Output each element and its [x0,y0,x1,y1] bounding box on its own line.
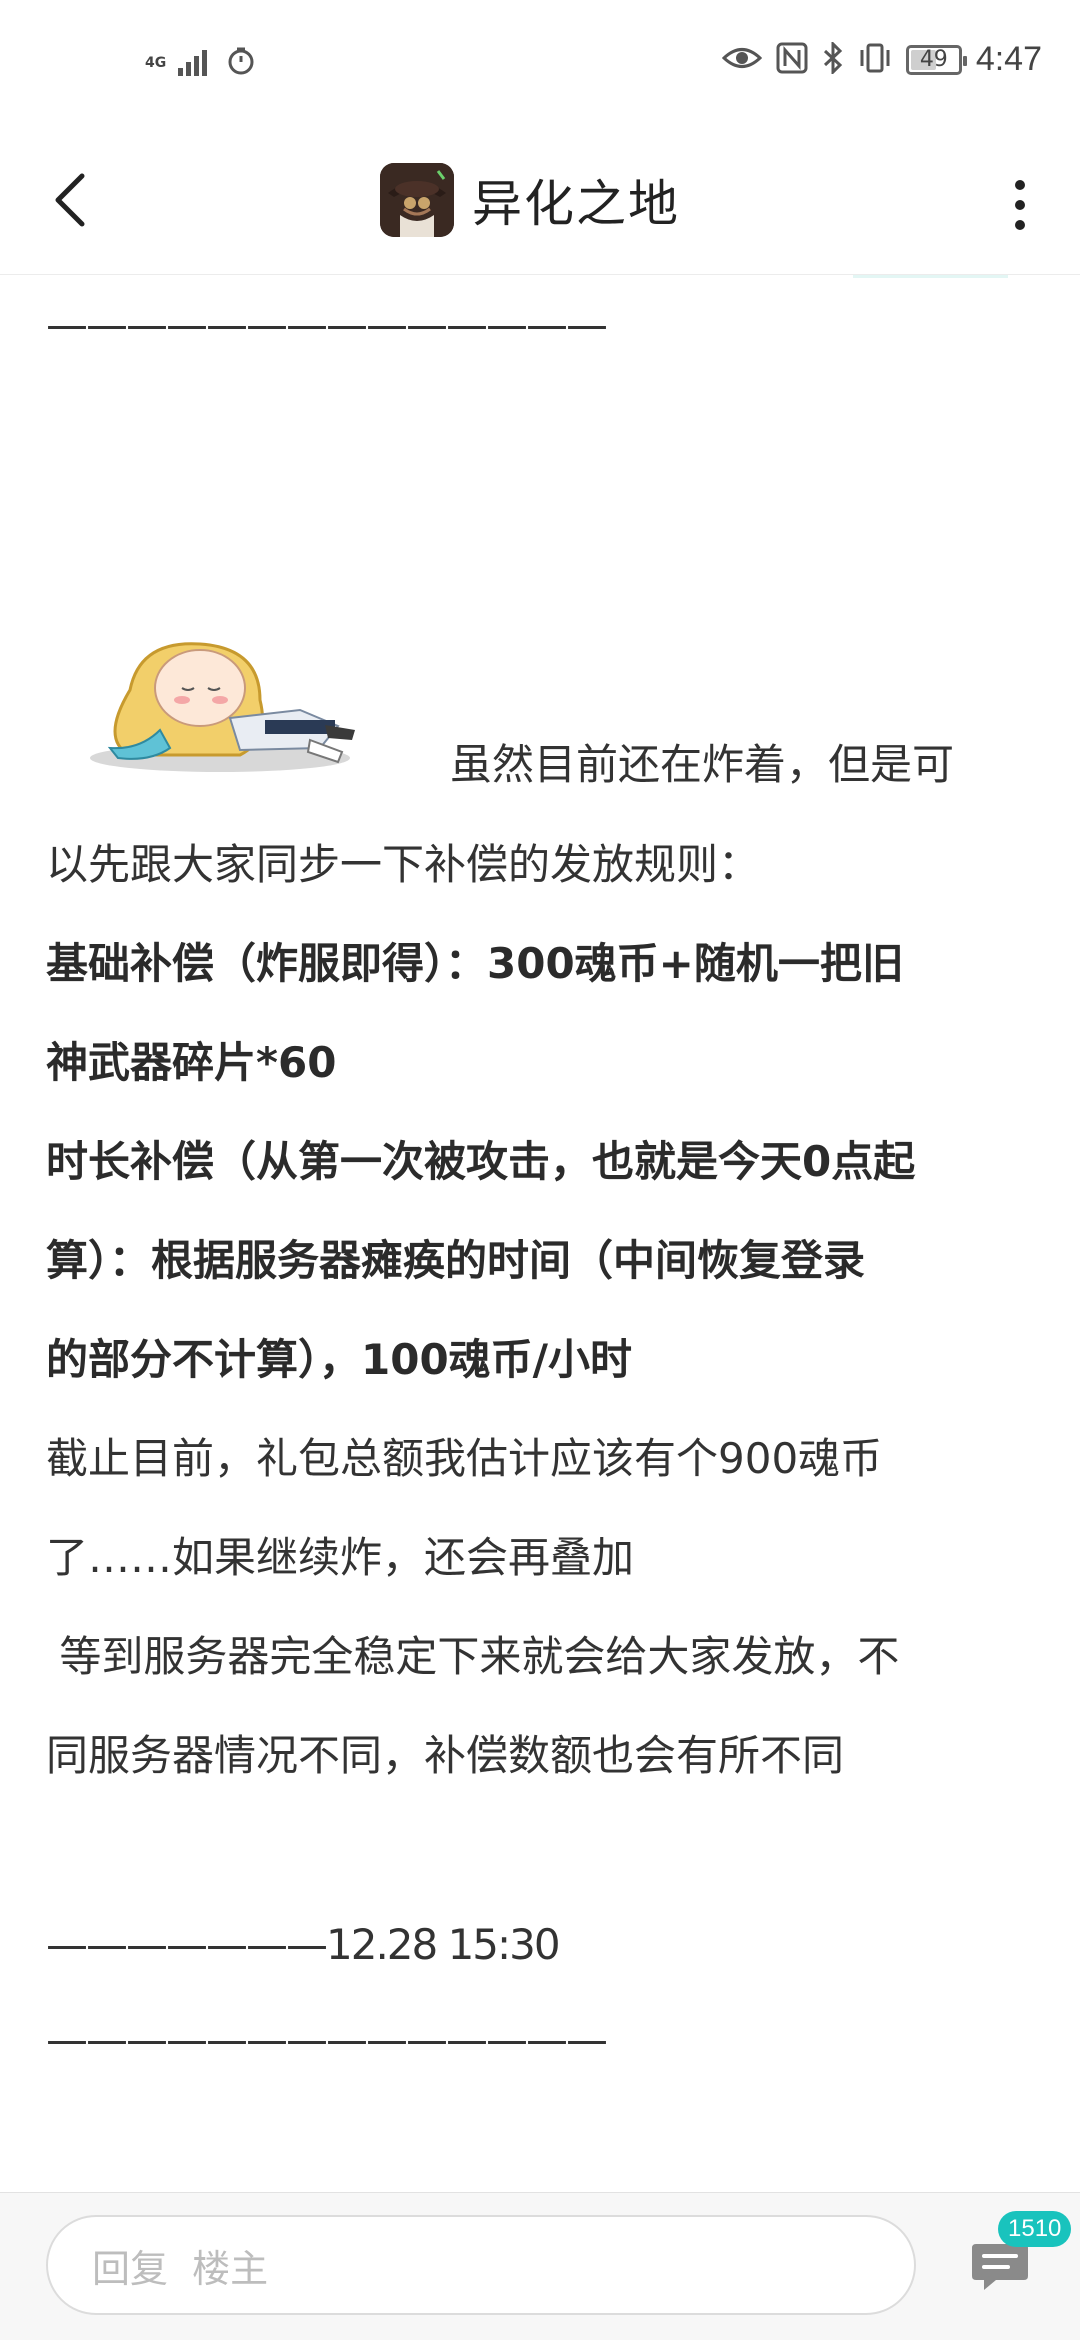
vibrate-icon [858,42,892,78]
post-text-line-bold: 基础补偿（炸服即得）：300魂币+随机一把旧 [46,939,904,988]
battery-indicator: 49 [905,44,967,75]
chevron-left-icon [55,173,85,227]
nfc-icon [776,42,808,78]
signal-icon [178,46,214,80]
text-divider: —————————————— [46,2015,608,2064]
post-text-line-bold: 算）：根据服务器瘫痪的时间（中间恢复登录 [46,1236,866,1285]
post-text-line-bold: 神武器碎片*60 [46,1038,337,1087]
battery-level: 49 [919,47,948,72]
more-dot-icon [1015,220,1025,230]
forum-header[interactable]: 异化之地 [380,155,680,245]
timestamp-divider: ———————12.28 15:30 [46,1920,561,1969]
more-options-button[interactable] [1000,165,1040,245]
reply-bar: 回复 楼主 1510 [0,2192,1080,2340]
cartoon-sticker-image [70,630,380,780]
clock: 4:47 [975,40,1042,78]
post-text-line: 等到服务器完全稳定下来就会给大家发放，不 [46,1632,900,1681]
more-dot-icon [1015,200,1025,210]
post-body: 以先跟大家同步一下补偿的发放规则： 基础补偿（炸服即得）：300魂币+随机一把旧… [46,815,1046,1805]
forum-title: 异化之地 [472,175,680,233]
bluetooth-icon [822,39,844,78]
back-button[interactable] [40,160,100,240]
network-label: 4G [145,55,167,71]
post-text-line: 同服务器情况不同，补偿数额也会有所不同 [46,1731,845,1780]
status-left: 4G [145,46,256,80]
nav-accent-line [853,275,1008,278]
alarm-icon [226,46,256,80]
post-text-line-bold: 的部分不计算），100魂币/小时 [46,1335,633,1384]
text-divider: —————————————— [46,300,608,349]
post-text-line: 以先跟大家同步一下补偿的发放规则： [46,840,761,889]
comment-count-badge: 1510 [998,2211,1072,2247]
reply-input[interactable]: 回复 楼主 [46,2215,916,2315]
post-text-line: 虽然目前还在炸着，但是可 [450,740,955,789]
nav-bar: 异化之地 [0,130,1080,275]
reply-placeholder: 回复 楼主 [92,2246,269,2291]
post-text-line: 了……如果继续炸，还会再叠加 [46,1533,635,1582]
post-text-line-bold: 时长补偿（从第一次被攻击，也就是今天0点起 [46,1137,916,1186]
eye-comfort-icon [721,43,762,77]
post-text-line: 截止目前，礼包总额我估计应该有个900魂币 [46,1434,883,1483]
status-bar: 4G 49 4:47 [0,0,1080,130]
forum-avatar[interactable] [380,163,454,237]
more-dot-icon [1015,180,1025,190]
status-right: 49 4:47 [721,39,1042,79]
